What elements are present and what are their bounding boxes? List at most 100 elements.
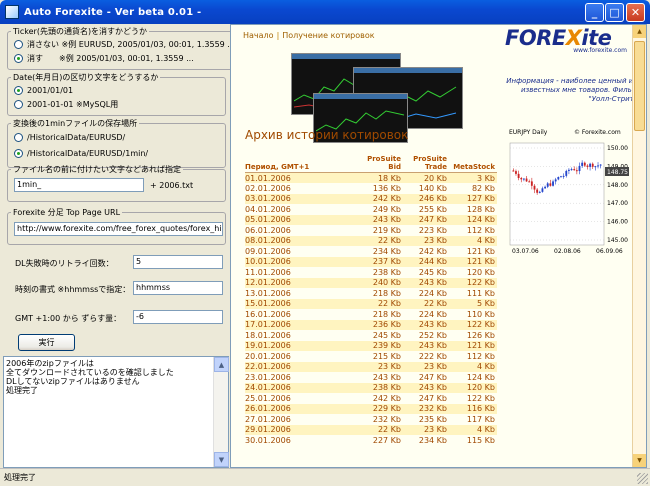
cell-metastock[interactable]: 120 Kb bbox=[449, 382, 497, 393]
cell-bid[interactable]: 218 Kb bbox=[353, 288, 403, 299]
cell-trade[interactable]: 23 Kb bbox=[403, 235, 449, 246]
cell-trade[interactable]: 242 Kb bbox=[403, 246, 449, 257]
cell-trade[interactable]: 23 Kb bbox=[403, 361, 449, 372]
scroll-down-icon[interactable]: ▼ bbox=[214, 452, 229, 467]
cell-metastock[interactable]: 112 Kb bbox=[449, 351, 497, 362]
radio-button-selected[interactable] bbox=[14, 53, 23, 63]
cell-bid[interactable]: 242 Kb bbox=[353, 193, 403, 204]
cell-trade[interactable]: 23 Kb bbox=[403, 424, 449, 435]
cell-metastock[interactable]: 116 Kb bbox=[449, 403, 497, 414]
cell-metastock[interactable]: 112 Kb bbox=[449, 225, 497, 236]
cell-bid[interactable]: 136 Kb bbox=[353, 183, 403, 194]
cell-bid[interactable]: 229 Kb bbox=[353, 403, 403, 414]
cell-trade[interactable]: 20 Kb bbox=[403, 172, 449, 183]
cell-bid[interactable]: 234 Kb bbox=[353, 246, 403, 257]
cell-metastock[interactable]: 122 Kb bbox=[449, 319, 497, 330]
cell-trade[interactable]: 252 Kb bbox=[403, 330, 449, 341]
cell-trade[interactable]: 243 Kb bbox=[403, 319, 449, 330]
cell-bid[interactable]: 227 Kb bbox=[353, 435, 403, 446]
radio-button-selected[interactable] bbox=[14, 148, 23, 158]
scroll-thumb[interactable] bbox=[634, 41, 645, 131]
cell-metastock[interactable]: 124 Kb bbox=[449, 214, 497, 225]
cell-bid[interactable]: 22 Kb bbox=[353, 298, 403, 309]
gmt-shift-input[interactable]: -6 bbox=[133, 310, 223, 324]
cell-trade[interactable]: 247 Kb bbox=[403, 214, 449, 225]
cell-bid[interactable]: 23 Kb bbox=[353, 361, 403, 372]
scroll-up-icon[interactable]: ▲ bbox=[633, 25, 646, 38]
cell-bid[interactable]: 219 Kb bbox=[353, 225, 403, 236]
log-scrollbar[interactable]: ▲ ▼ bbox=[213, 357, 229, 467]
ticker-radio-keep[interactable]: 消さない ※例 EURUSD, 2005/01/03, 00:01, 1.355… bbox=[14, 37, 235, 51]
cell-bid[interactable]: 238 Kb bbox=[353, 382, 403, 393]
cell-metastock[interactable]: 82 Kb bbox=[449, 183, 497, 194]
breadcrumb-quotes-link[interactable]: Получение котировок bbox=[282, 31, 374, 40]
cell-trade[interactable]: 246 Kb bbox=[403, 193, 449, 204]
breadcrumb-home-link[interactable]: Начало bbox=[243, 31, 274, 40]
cell-metastock[interactable]: 115 Kb bbox=[449, 435, 497, 446]
filename-prefix-input[interactable]: 1min_ bbox=[14, 178, 144, 192]
radio-button[interactable] bbox=[14, 132, 23, 142]
cell-metastock[interactable]: 121 Kb bbox=[449, 246, 497, 257]
cell-bid[interactable]: 215 Kb bbox=[353, 351, 403, 362]
cell-bid[interactable]: 242 Kb bbox=[353, 393, 403, 404]
cell-trade[interactable]: 255 Kb bbox=[403, 204, 449, 215]
cell-trade[interactable]: 243 Kb bbox=[403, 277, 449, 288]
cell-metastock[interactable]: 4 Kb bbox=[449, 235, 497, 246]
cell-metastock[interactable]: 122 Kb bbox=[449, 393, 497, 404]
cell-trade[interactable]: 244 Kb bbox=[403, 256, 449, 267]
scroll-up-icon[interactable]: ▲ bbox=[214, 357, 229, 372]
cell-bid[interactable]: 232 Kb bbox=[353, 414, 403, 425]
date-radio-hyphen[interactable]: 2001-01-01 ※MySQL用 bbox=[14, 97, 225, 111]
minimize-button[interactable]: _ bbox=[585, 3, 604, 22]
browser-scrollbar[interactable]: ▲ ▼ bbox=[632, 25, 646, 467]
cell-trade[interactable]: 234 Kb bbox=[403, 435, 449, 446]
date-radio-slash[interactable]: 2001/01/01 bbox=[14, 83, 225, 97]
cell-trade[interactable]: 222 Kb bbox=[403, 351, 449, 362]
ticker-radio-remove[interactable]: 消す ※例 2005/01/03, 00:01, 1.3559 ... bbox=[14, 51, 235, 65]
time-format-input[interactable]: hhmmss bbox=[133, 281, 223, 295]
cell-metastock[interactable]: 110 Kb bbox=[449, 309, 497, 320]
path-radio-eurusd[interactable]: /HistoricalData/EURUSD/ bbox=[14, 129, 225, 145]
cell-bid[interactable]: 245 Kb bbox=[353, 330, 403, 341]
cell-trade[interactable]: 140 Kb bbox=[403, 183, 449, 194]
cell-metastock[interactable]: 127 Kb bbox=[449, 193, 497, 204]
cell-metastock[interactable]: 3 Kb bbox=[449, 172, 497, 183]
cell-bid[interactable]: 22 Kb bbox=[353, 235, 403, 246]
cell-metastock[interactable]: 126 Kb bbox=[449, 330, 497, 341]
forexite-logo[interactable]: FOREXite www.forexite.com bbox=[505, 27, 633, 73]
cell-trade[interactable]: 224 Kb bbox=[403, 288, 449, 299]
cell-trade[interactable]: 22 Kb bbox=[403, 298, 449, 309]
radio-button[interactable] bbox=[14, 99, 23, 109]
cell-bid[interactable]: 237 Kb bbox=[353, 256, 403, 267]
cell-metastock[interactable]: 122 Kb bbox=[449, 277, 497, 288]
retry-input[interactable]: 5 bbox=[133, 255, 223, 269]
log-output[interactable]: 2006年のzipファイルは 全てダウンロードされているのを確認しました DLし… bbox=[3, 356, 229, 468]
cell-trade[interactable]: 243 Kb bbox=[403, 382, 449, 393]
path-radio-1min[interactable]: /HistoricalData/EURUSD/1min/ bbox=[14, 145, 225, 161]
cell-metastock[interactable]: 4 Kb bbox=[449, 361, 497, 372]
web-browser-pane[interactable]: Начало | Получение котировок FOREXite www. bbox=[230, 24, 647, 468]
cell-bid[interactable]: 240 Kb bbox=[353, 277, 403, 288]
cell-trade[interactable]: 224 Kb bbox=[403, 309, 449, 320]
cell-metastock[interactable]: 5 Kb bbox=[449, 298, 497, 309]
cell-bid[interactable]: 243 Kb bbox=[353, 214, 403, 225]
cell-trade[interactable]: 243 Kb bbox=[403, 340, 449, 351]
cell-trade[interactable]: 247 Kb bbox=[403, 372, 449, 383]
cell-trade[interactable]: 245 Kb bbox=[403, 267, 449, 278]
cell-trade[interactable]: 247 Kb bbox=[403, 393, 449, 404]
cell-trade[interactable]: 235 Kb bbox=[403, 414, 449, 425]
cell-bid[interactable]: 249 Kb bbox=[353, 204, 403, 215]
scroll-down-icon[interactable]: ▼ bbox=[633, 454, 646, 467]
cell-trade[interactable]: 223 Kb bbox=[403, 225, 449, 236]
cell-bid[interactable]: 238 Kb bbox=[353, 267, 403, 278]
radio-button-selected[interactable] bbox=[14, 85, 23, 95]
cell-metastock[interactable]: 4 Kb bbox=[449, 424, 497, 435]
cell-bid[interactable]: 218 Kb bbox=[353, 309, 403, 320]
cell-metastock[interactable]: 121 Kb bbox=[449, 256, 497, 267]
cell-bid[interactable]: 236 Kb bbox=[353, 319, 403, 330]
cell-metastock[interactable]: 117 Kb bbox=[449, 414, 497, 425]
cell-metastock[interactable]: 121 Kb bbox=[449, 340, 497, 351]
cell-bid[interactable]: 22 Kb bbox=[353, 424, 403, 435]
top-page-url-input[interactable]: http://www.forexite.com/free_forex_quote… bbox=[14, 222, 223, 236]
cell-bid[interactable]: 243 Kb bbox=[353, 372, 403, 383]
